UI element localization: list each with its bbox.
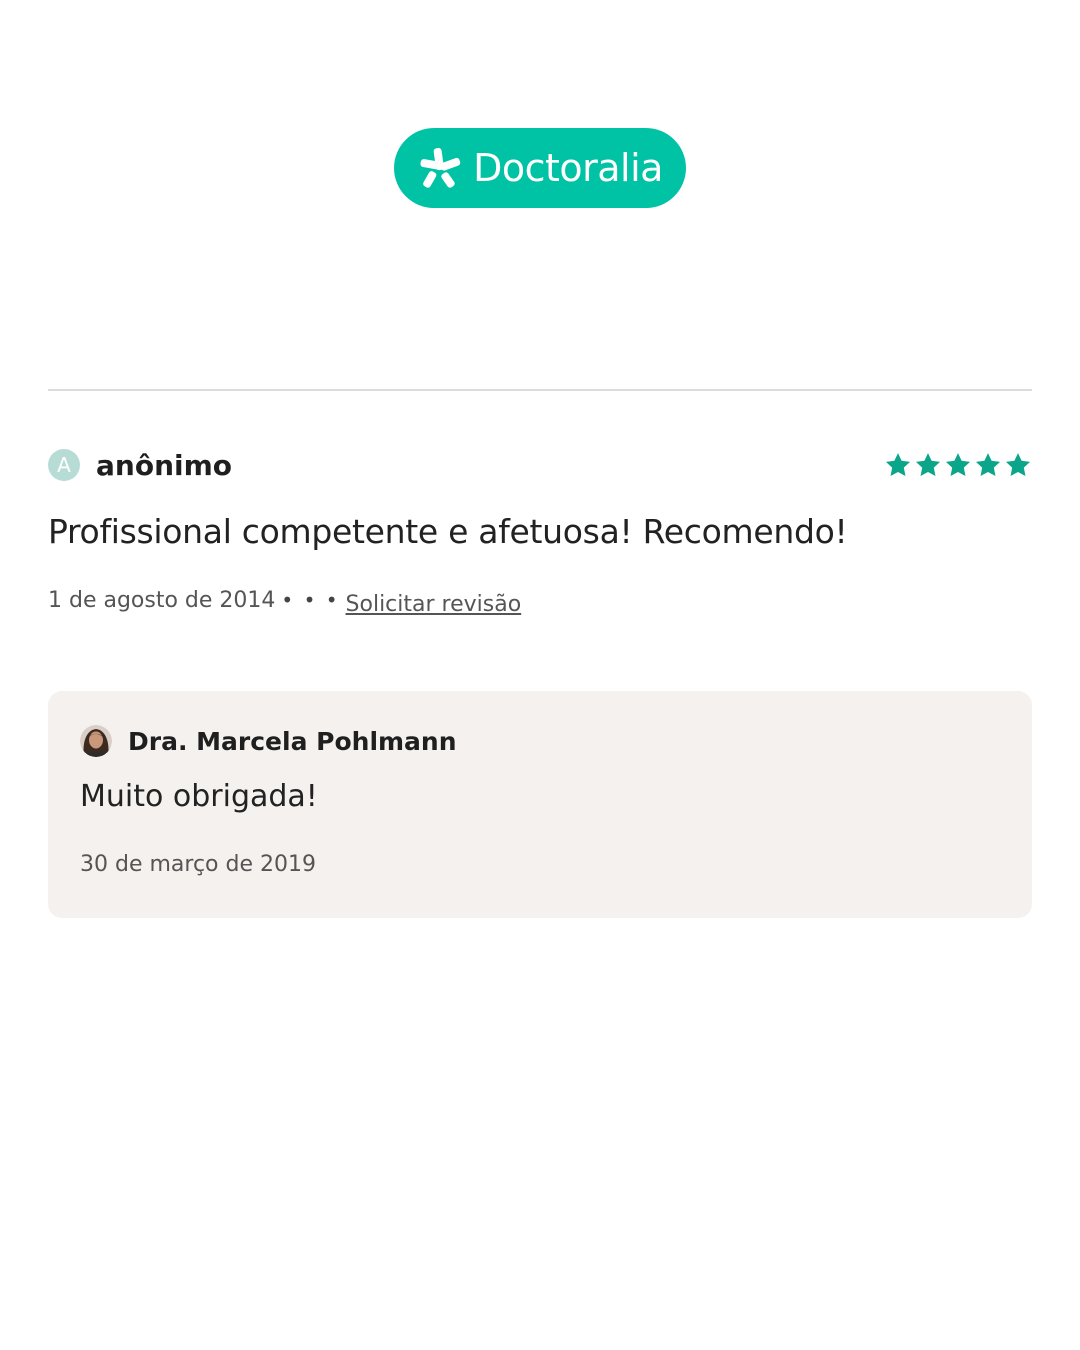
meta-separator: • • • bbox=[281, 588, 340, 612]
brand-name: Doctoralia bbox=[473, 146, 663, 190]
doctor-reply: Dra. Marcela Pohlmann Muito obrigada! 30… bbox=[48, 691, 1032, 918]
reply-date: 30 de março de 2019 bbox=[80, 852, 316, 877]
doctor-name: Dra. Marcela Pohlmann bbox=[128, 726, 457, 756]
review-header: A anônimo bbox=[48, 443, 1032, 487]
star-icon bbox=[975, 453, 1001, 476]
star-icon bbox=[945, 453, 971, 476]
author-name: anônimo bbox=[96, 448, 233, 482]
review-date: 1 de agosto de 2014 bbox=[48, 588, 276, 613]
doctoralia-star-icon bbox=[420, 148, 461, 188]
divider bbox=[48, 389, 1032, 391]
request-review-link[interactable]: Solicitar revisão bbox=[346, 592, 522, 617]
reply-header: Dra. Marcela Pohlmann bbox=[80, 725, 457, 757]
author-avatar: A bbox=[48, 449, 80, 481]
doctor-avatar bbox=[80, 725, 112, 757]
rating-stars bbox=[884, 451, 1032, 479]
doctoralia-logo[interactable]: Doctoralia bbox=[394, 128, 686, 208]
star-icon bbox=[1005, 453, 1031, 476]
review-text: Profissional competente e afetuosa! Reco… bbox=[48, 512, 848, 551]
star-icon bbox=[885, 453, 911, 476]
star-icon bbox=[915, 453, 941, 476]
review-meta: 1 de agosto de 2014 • • • Solicitar revi… bbox=[48, 588, 521, 617]
review-author: A anônimo bbox=[48, 449, 232, 482]
reply-text: Muito obrigada! bbox=[80, 779, 318, 814]
